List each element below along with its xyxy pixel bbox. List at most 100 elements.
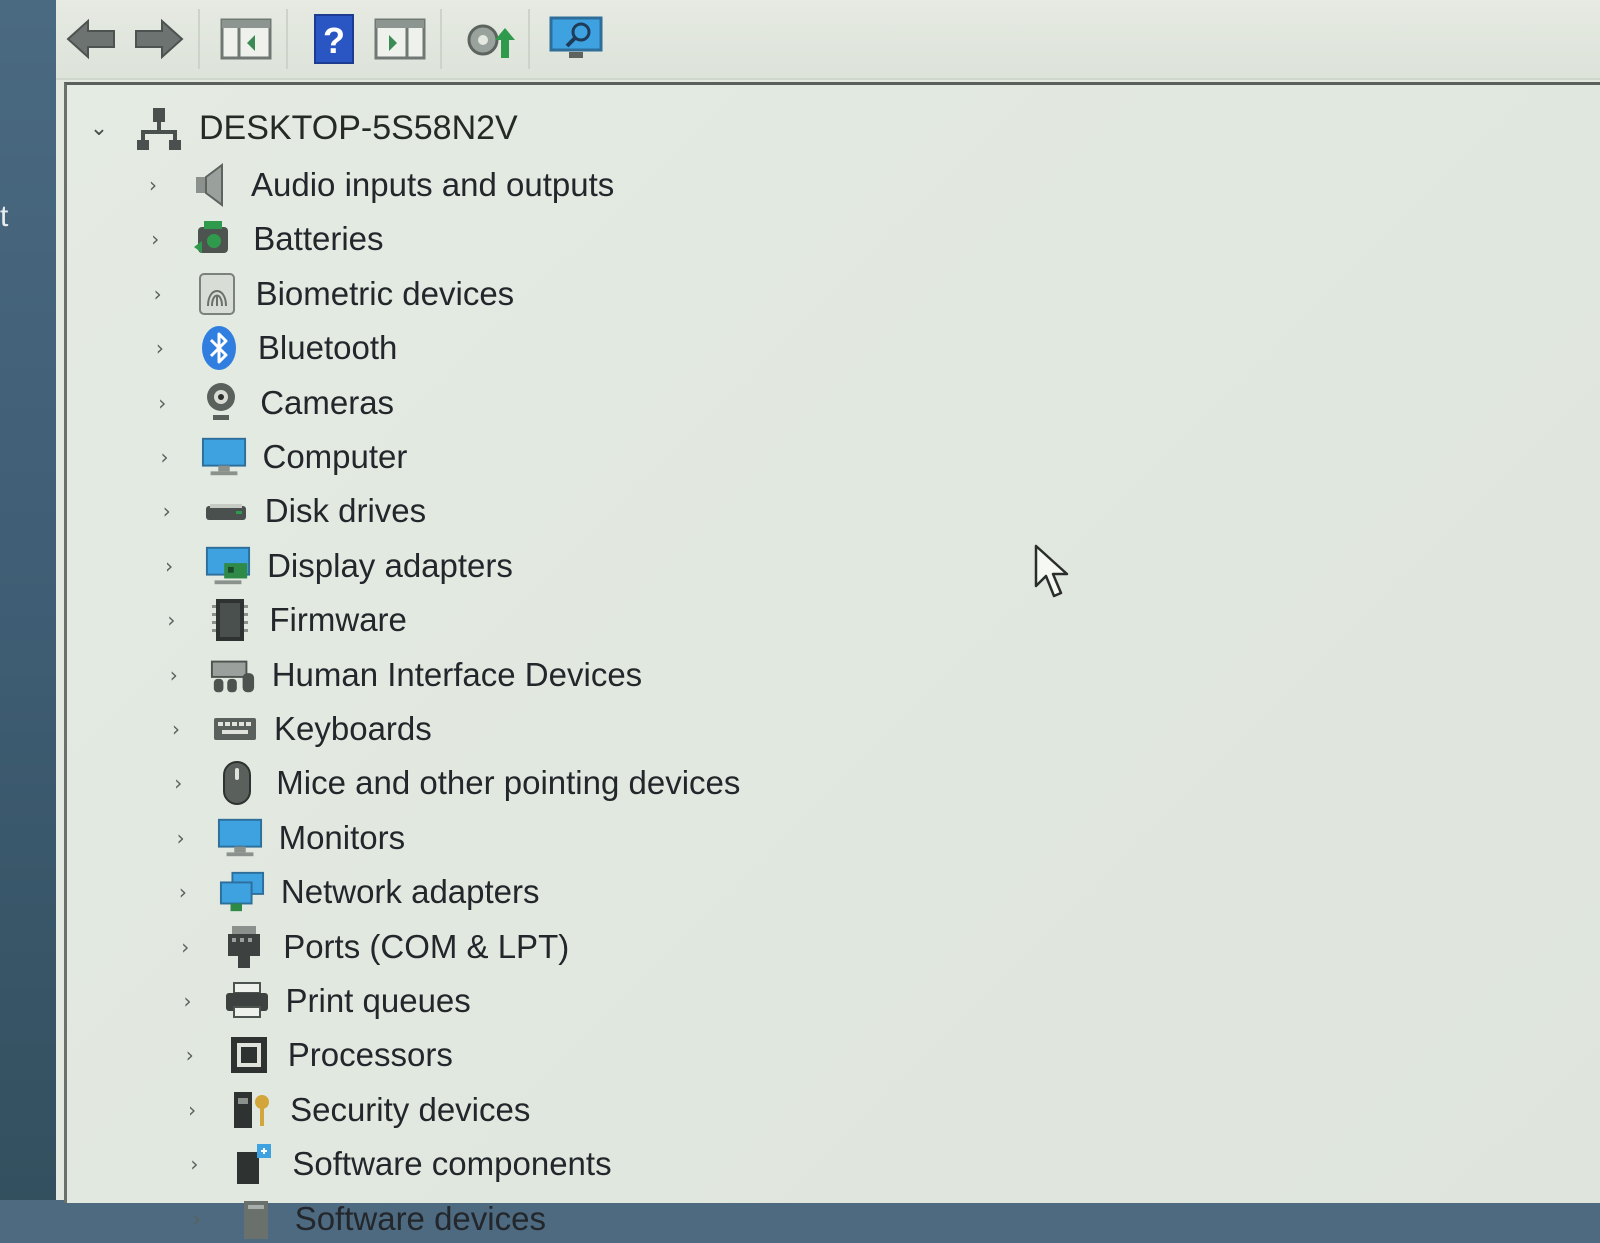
hid-icon [210,653,256,697]
mouse-icon [214,761,260,806]
tree-item-bluetooth[interactable]: › Bluetooth [146,324,397,372]
tree-root-node[interactable]: ⌄ DESKTOP-5S58N2V [85,103,518,153]
webcam-icon [198,381,244,425]
device-tree-pane: ⌄ DESKTOP-5S58N2V › Audio inputs and outp… [64,82,1600,1239]
tree-item-label: Bluetooth [257,329,398,367]
tree-item-keyboards[interactable]: › Keyboards [162,705,432,753]
monitor-icon [217,816,263,860]
chevron-right-icon[interactable]: › [139,173,167,197]
tree-item-security-devices[interactable]: › Security devices [178,1086,530,1134]
chevron-right-icon[interactable]: › [164,771,192,795]
network-adapter-icon [219,870,265,914]
chevron-right-icon[interactable]: › [178,1098,206,1122]
tree-item-network-adapters[interactable]: › Network adapters [169,868,540,916]
toolbar-separator [440,9,442,69]
chevron-right-icon[interactable]: › [176,1043,204,1067]
desktop-edge-text: t [0,200,9,233]
tree-item-software-devices[interactable]: › Software devices [183,1195,546,1243]
show-hide-console-tree-button[interactable] [216,11,276,67]
tree-item-human-interface-devices[interactable]: › Human Interface Devices [160,651,643,699]
chevron-right-icon[interactable]: › [183,1207,211,1231]
tree-item-label: Batteries [253,220,384,258]
chevron-right-icon[interactable]: › [144,282,172,306]
toolbar-separator [286,9,288,69]
tree-item-label: Security devices [290,1090,531,1128]
chevron-right-icon[interactable]: › [174,989,202,1013]
help-button[interactable]: ? [304,11,364,67]
chevron-right-icon[interactable]: › [157,608,185,632]
chevron-right-icon[interactable]: › [146,336,174,360]
toolbar: ? [56,0,1600,80]
tree-item-batteries[interactable]: › Batteries [141,215,383,263]
printer-icon [224,979,270,1023]
fingerprint-icon [194,272,240,316]
chevron-right-icon[interactable]: › [153,499,181,523]
update-driver-icon [467,24,515,58]
tree-item-cameras[interactable]: › Cameras [148,379,394,427]
mouse-cursor-icon [1034,544,1069,598]
chevron-right-icon[interactable]: › [167,826,195,850]
chevron-right-icon[interactable]: › [162,717,190,741]
svg-text:?: ? [323,20,345,61]
tree-item-label: Processors [287,1036,453,1074]
tree-item-display-adapters[interactable]: › Display adapters [155,542,513,590]
tree-item-monitors[interactable]: › Monitors [167,814,406,862]
scan-hardware-changes-button[interactable] [546,11,606,67]
chevron-right-icon[interactable]: › [169,880,197,904]
tree-item-label: Software components [292,1145,612,1183]
tree-item-label: Display adapters [267,546,513,584]
tree-item-ports-com-lpt[interactable]: › Ports (COM & LPT) [171,923,569,971]
show-action-pane-icon [374,18,426,60]
chevron-right-icon[interactable]: › [148,391,176,415]
speaker-icon [189,163,235,207]
toolbar-separator [528,9,530,69]
tree-item-mice-and-other-pointing-devices[interactable]: › Mice and other pointing devices [164,759,740,807]
tree-item-disk-drives[interactable]: › Disk drives [153,487,426,535]
battery-icon [191,217,237,261]
tree-item-label: Ports (COM & LPT) [283,927,570,965]
tree-item-software-components[interactable]: › Software components [180,1140,612,1188]
computer-name-label: DESKTOP-5S58N2V [199,108,518,147]
help-icon: ? [314,14,354,64]
scan-hardware-changes-icon [549,16,603,58]
back-button[interactable] [62,11,122,67]
tree-item-biometric-devices[interactable]: › Biometric devices [144,270,514,318]
chevron-right-icon[interactable]: › [151,445,179,469]
tree-item-label: Computer [262,438,408,475]
tree-item-label: Audio inputs and outputs [251,166,615,203]
chevron-right-icon[interactable]: › [180,1152,208,1176]
toolbar-separator [198,9,200,69]
tree-item-label: Keyboards [274,710,432,747]
chevron-right-icon[interactable]: › [141,227,169,251]
chevron-right-icon[interactable]: › [171,935,199,959]
tree-item-firmware[interactable]: › Firmware [157,596,407,644]
tree-item-label: Software devices [294,1199,546,1237]
show-action-pane-button[interactable] [370,11,430,67]
chevron-right-icon[interactable]: › [160,663,188,687]
tree-item-computer[interactable]: › Computer [151,433,408,481]
tree-item-label: Mice and other pointing devices [276,764,741,802]
back-arrow-icon [66,18,115,60]
update-driver-button[interactable] [458,11,518,67]
tree-item-label: Firmware [269,601,407,639]
tree-item-audio-inputs-and-outputs[interactable]: › Audio inputs and outputs [139,161,614,209]
bluetooth-icon [196,326,242,371]
tree-item-processors[interactable]: › Processors [176,1031,453,1079]
software-component-icon [230,1142,276,1186]
tree-item-label: Monitors [278,818,406,856]
forward-button[interactable] [128,11,188,67]
chevron-down-icon[interactable]: ⌄ [85,116,113,141]
device-manager-window: ? ⌄ DESKTOP-5S58N2V › Audio inputs and o… [56,0,1600,1239]
chevron-right-icon[interactable]: › [155,554,183,578]
tree-item-label: Cameras [260,383,395,421]
display-adapter-icon [205,544,251,588]
keyboard-icon [212,707,258,751]
tree-item-label: Disk drives [264,492,427,530]
security-device-icon [228,1088,274,1132]
monitor-icon [201,435,247,479]
tree-item-label: Print queues [285,982,471,1019]
tree-item-label: Network adapters [280,873,540,911]
chip-icon [207,598,253,642]
tree-item-print-queues[interactable]: › Print queues [174,977,471,1025]
disk-drive-icon [203,489,249,533]
